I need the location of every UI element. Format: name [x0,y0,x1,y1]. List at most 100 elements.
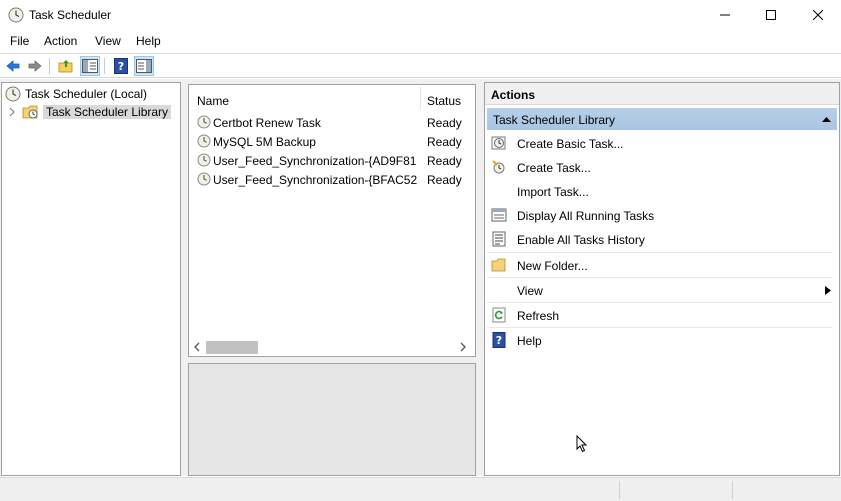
action-display-running-tasks[interactable]: Display All Running Tasks [487,203,832,227]
scroll-right-icon[interactable] [459,342,467,352]
action-view[interactable]: View [487,278,832,302]
task-name: MySQL 5M Backup [213,135,316,149]
maximize-icon [766,10,776,20]
help-icon: ? [114,58,128,74]
back-button[interactable] [3,56,23,76]
action-create-basic-task[interactable]: Create Basic Task... [487,131,832,155]
action-label: View [517,284,543,298]
column-divider[interactable] [420,87,421,109]
forward-button[interactable] [25,56,45,76]
toolbar-separator [104,58,105,74]
svg-text:?: ? [118,60,124,73]
minimize-icon [720,14,730,16]
actions-pane: Actions Task Scheduler Library Create Ba… [484,82,840,476]
action-enable-history[interactable]: Enable All Tasks History [487,227,832,251]
window-title: Task Scheduler [29,8,112,22]
table-row[interactable]: Certbot Renew Task Ready [189,113,475,132]
menu-view[interactable]: View [95,34,121,48]
action-label: Enable All Tasks History [517,233,645,247]
close-button[interactable] [795,0,841,30]
toolbar-separator [49,58,50,74]
action-label: Refresh [517,309,560,323]
task-list-pane: Name Status Certbot Renew Task Ready MyS… [188,84,476,357]
task-clock-icon [197,134,211,148]
title-bar: Task Scheduler [0,0,841,30]
scrollbar-thumb[interactable] [206,341,258,354]
chevron-right-icon[interactable] [8,107,16,117]
maximize-button[interactable] [748,0,794,30]
table-row[interactable]: User_Feed_Synchronization-{BFAC52... Rea… [189,170,475,189]
menu-bar: File Action View Help [0,31,841,51]
tree-library-label: Task Scheduler Library [43,105,172,119]
task-status: Ready [427,116,462,130]
running-tasks-icon [491,208,507,222]
tree-root-label: Task Scheduler (Local) [25,87,148,101]
action-label: New Folder... [517,259,588,273]
status-divider [732,481,733,499]
task-status: Ready [427,135,462,149]
task-status: Ready [427,173,462,187]
actions-header: Actions [485,83,839,105]
column-header-name[interactable]: Name [197,94,229,108]
action-create-task[interactable]: Create Task... [487,155,832,179]
actions-section-label: Task Scheduler Library [493,113,616,127]
create-task-icon [492,160,505,174]
action-label: Create Task... [517,161,591,175]
action-label: Help [517,334,542,348]
help-button[interactable]: ? [111,56,131,76]
menu-file[interactable]: File [10,34,29,48]
show-hide-action-pane-button[interactable] [134,56,154,76]
action-new-folder[interactable]: New Folder... [487,253,832,277]
forward-arrow-icon [28,60,42,72]
refresh-icon [492,307,506,323]
task-name: User_Feed_Synchronization-{AD9F81... [213,154,417,168]
tree-item-library[interactable]: Task Scheduler Library [8,103,172,121]
status-bar [0,477,841,501]
menu-help[interactable]: Help [136,34,161,48]
actions-title: Actions [491,88,536,102]
task-detail-pane [188,363,476,476]
actions-section-header[interactable]: Task Scheduler Library [487,108,837,130]
horizontal-scrollbar[interactable] [189,339,475,356]
action-label: Display All Running Tasks [517,209,655,223]
menu-action[interactable]: Action [44,34,77,48]
action-refresh[interactable]: Refresh [487,303,832,327]
action-import-task[interactable]: Import Task... [487,179,832,203]
submenu-arrow-icon [825,286,831,295]
close-icon [813,10,823,20]
svg-text:?: ? [496,334,502,347]
new-folder-icon [491,258,506,272]
create-basic-task-icon [491,136,506,150]
task-clock-icon [197,172,211,186]
show-hide-console-tree-button[interactable] [80,56,100,76]
task-name: User_Feed_Synchronization-{BFAC52... [213,173,417,187]
action-label: Create Basic Task... [517,137,624,151]
list-header: Name Status [189,85,475,109]
show-hide-console-tree-icon [82,59,98,73]
scroll-left-icon[interactable] [193,342,201,352]
show-hide-action-pane-icon [136,59,152,73]
action-label: Import Task... [517,185,589,199]
task-status: Ready [427,154,462,168]
tree-item-root[interactable]: Task Scheduler (Local) [5,85,147,103]
table-row[interactable]: User_Feed_Synchronization-{AD9F81... Rea… [189,151,475,170]
help-icon: ? [492,332,506,348]
history-icon [492,231,506,247]
action-help[interactable]: ? Help [487,328,832,352]
toolbar: ? [0,53,841,78]
mouse-cursor-icon [576,435,588,453]
up-one-level-button[interactable] [56,56,76,76]
minimize-button[interactable] [702,0,748,30]
up-folder-icon [58,60,73,73]
task-clock-icon [197,153,211,167]
console-tree: Task Scheduler (Local) Task Scheduler Li… [1,82,181,476]
status-divider [619,481,620,499]
collapse-up-icon[interactable] [822,116,831,122]
task-name: Certbot Renew Task [213,116,321,130]
column-header-status[interactable]: Status [427,94,461,108]
table-row[interactable]: MySQL 5M Backup Ready [189,132,475,151]
task-clock-icon [197,115,211,129]
folder-clock-icon [22,105,38,119]
clock-icon [8,7,24,23]
back-arrow-icon [6,60,20,72]
